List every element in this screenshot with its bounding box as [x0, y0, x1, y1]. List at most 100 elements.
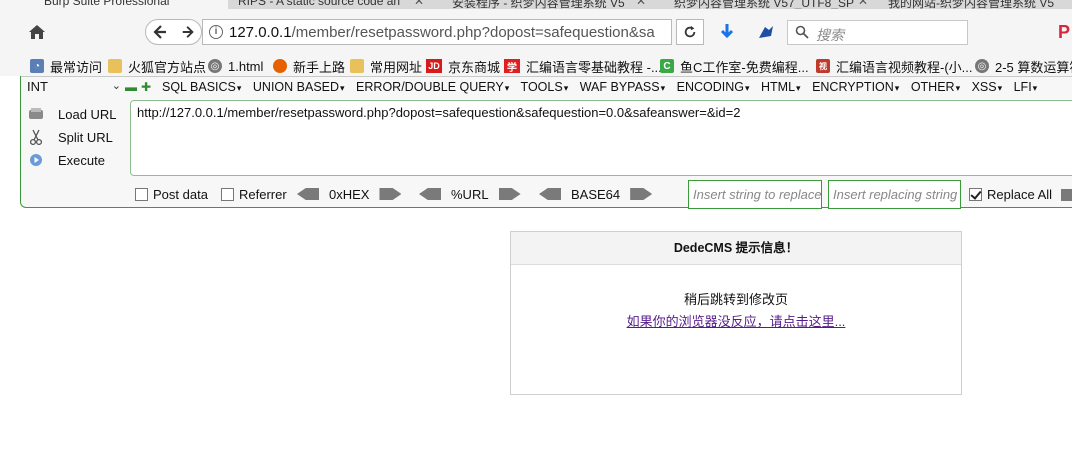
split-url-button[interactable]: Split URL — [28, 127, 128, 147]
replace-with-input[interactable]: Insert replacing string — [828, 180, 961, 209]
bookmark-1-html[interactable]: ◎ 1.html — [208, 56, 263, 76]
tab-title: 我的网站-织梦内容管理系统 V5 — [888, 0, 1055, 9]
load-url-label: Load URL — [58, 106, 117, 122]
url-host: 127.0.0.1 — [229, 24, 292, 41]
checkbox-box[interactable] — [221, 187, 234, 201]
checkbox-box[interactable] — [969, 187, 982, 201]
menu-xss[interactable]: XSS — [972, 80, 1003, 94]
post-data-label: Post data — [153, 186, 208, 202]
menu-encoding[interactable]: ENCODING — [677, 80, 750, 94]
menu-error-double-query[interactable]: ERROR/DOUBLE QUERY — [356, 80, 509, 94]
arrow-left-icon[interactable] — [297, 188, 319, 200]
video-icon: 视 — [816, 59, 830, 73]
dialog-message: 稍后跳转到修改页 — [683, 292, 788, 307]
arrow-right-icon[interactable] — [379, 188, 402, 200]
close-icon[interactable]: ✕ — [636, 0, 646, 8]
tab-title: 安装程序 - 织梦内容管理系统 V5 — [452, 0, 625, 9]
forward-button[interactable] — [175, 20, 201, 44]
menu-waf-bypass[interactable]: WAF BYPASS — [580, 80, 665, 94]
bookmarks-toolbar: ◔ 最常访问 火狐官方站点 ◎ 1.html 新手上路 常用网址 JD 京东商城… — [0, 56, 1072, 76]
tab-burp-suite[interactable]: Burp Suite Professional — [0, 0, 228, 9]
extension-icon[interactable] — [757, 24, 777, 42]
message-dialog: DedeCMS 提示信息！ 稍后跳转到修改页 如果你的浏览器没反应，请点击这里.… — [510, 231, 962, 395]
bookmark-asm-zero[interactable]: 学 汇编语言零基础教程 -... — [504, 56, 662, 76]
tab-dedecms[interactable]: 织梦内容管理系统 V57_UTF8_SP ✕ — [654, 0, 874, 9]
bookmark-getting-started[interactable]: 新手上路 — [273, 56, 345, 76]
arrow-left-icon[interactable] — [539, 188, 561, 200]
address-bar[interactable]: i 127.0.0.1/member/resetpassword.php?dop… — [202, 19, 672, 45]
increment-decrement[interactable]: ▬✚ — [125, 80, 155, 94]
tab-my-site[interactable]: 我的网站-织梦内容管理系统 V5 — [876, 0, 1072, 9]
menu-other[interactable]: OTHER — [911, 80, 960, 94]
pocket-icon[interactable]: P — [1058, 22, 1072, 42]
injection-type-select[interactable]: INT ⌄ — [27, 79, 121, 97]
arrow-right-icon[interactable] — [1061, 189, 1072, 201]
checkbox-box[interactable] — [135, 187, 148, 201]
replace-all-checkbox[interactable]: Replace All — [969, 186, 1052, 202]
menu-union-based[interactable]: UNION BASED — [253, 80, 345, 94]
most-visited-icon: ◔ — [30, 59, 44, 73]
hex-encoder: 0xHEX — [297, 185, 402, 203]
split-url-label: Split URL — [58, 129, 113, 145]
referrer-checkbox[interactable]: Referrer — [221, 186, 287, 202]
redirect-link[interactable]: 如果你的浏览器没反应，请点击这里... — [627, 314, 846, 329]
bookmark-fishc[interactable]: C 鱼C工作室-免费编程... — [660, 56, 809, 76]
dialog-link-wrap: 如果你的浏览器没反应，请点击这里... — [511, 311, 961, 330]
menu-sql-basics[interactable]: SQL BASICS — [162, 80, 241, 94]
execute-button[interactable]: Execute — [28, 150, 128, 170]
back-button[interactable] — [146, 20, 174, 44]
jd-icon: JD — [426, 59, 442, 73]
navigation-bar: i 127.0.0.1/member/resetpassword.php?dop… — [0, 9, 1072, 56]
search-bar[interactable]: 搜索 — [787, 20, 968, 45]
post-data-checkbox[interactable]: Post data — [135, 186, 208, 202]
close-icon[interactable]: ✕ — [858, 0, 868, 8]
dialog-title: DedeCMS 提示信息！ — [511, 232, 961, 265]
reload-button[interactable] — [676, 19, 704, 45]
load-url-button[interactable]: Load URL — [28, 104, 128, 124]
bookmark-label: 常用网址 — [370, 59, 423, 75]
base64-label: BASE64 — [571, 186, 621, 202]
bookmark-jd[interactable]: JD 京东商城 — [426, 56, 500, 76]
globe-icon: ◎ — [208, 59, 222, 73]
bookmark-label: 鱼C工作室-免费编程... — [680, 59, 809, 75]
bookmark-operators[interactable]: ◎ 2-5 算数运算符 — [975, 56, 1072, 76]
menu-encryption[interactable]: ENCRYPTION — [812, 80, 899, 94]
close-icon[interactable]: ✕ — [414, 0, 424, 8]
tab-install[interactable]: 安装程序 - 织梦内容管理系统 V5 ✕ — [432, 0, 652, 9]
bookmark-most-visited[interactable]: ◔ 最常访问 — [30, 56, 102, 76]
url-textarea[interactable]: http://127.0.0.1/member/resetpassword.ph… — [130, 100, 1072, 176]
bookmark-label: 汇编语言零基础教程 -... — [526, 59, 662, 75]
url-encoder: %URL — [419, 185, 521, 203]
divider — [21, 76, 1072, 77]
menu-html[interactable]: HTML — [761, 80, 801, 94]
firefox-icon — [273, 59, 287, 73]
replace-all-label: Replace All — [987, 186, 1053, 202]
chevron-down-icon: ⌄ — [111, 80, 121, 92]
menu-tools[interactable]: TOOLS — [521, 80, 569, 94]
home-button[interactable] — [28, 23, 48, 43]
search-icon — [795, 25, 809, 39]
arrow-right-icon[interactable] — [630, 188, 653, 200]
menu-lfi[interactable]: LFI — [1014, 80, 1038, 94]
tab-rips[interactable]: RIPS - A static source code an ✕ — [230, 0, 430, 9]
bookmark-firefox-official[interactable]: 火狐官方站点 — [108, 56, 206, 76]
bookmark-label: 汇编语言视频教程-(小... — [836, 59, 973, 75]
bookmark-label: 2-5 算数运算符 — [995, 59, 1072, 75]
url-text[interactable]: 127.0.0.1/member/resetpassword.php?dopos… — [229, 24, 667, 41]
back-forward-group — [145, 19, 202, 45]
bookmark-asm-video[interactable]: 视 汇编语言视频教程-(小... — [816, 56, 973, 76]
reload-icon — [684, 25, 696, 38]
info-icon[interactable]: i — [209, 25, 223, 39]
replace-find-input[interactable]: Insert string to replace — [688, 180, 822, 209]
arrow-right-icon[interactable] — [498, 188, 521, 200]
download-icon[interactable] — [718, 23, 738, 43]
minus-icon[interactable]: ▬ — [125, 80, 141, 94]
home-icon — [29, 25, 45, 39]
hackbar-panel: INT ⌄ ▬✚ SQL BASICS UNION BASED ERROR/DO… — [20, 76, 1072, 209]
arrow-left-icon[interactable] — [419, 188, 441, 200]
scissors-icon — [28, 129, 44, 145]
plus-icon[interactable]: ✚ — [141, 80, 155, 94]
load-url-icon — [28, 106, 44, 122]
xue-icon: 学 — [504, 59, 520, 74]
bookmark-common-sites[interactable]: 常用网址 — [350, 56, 422, 76]
